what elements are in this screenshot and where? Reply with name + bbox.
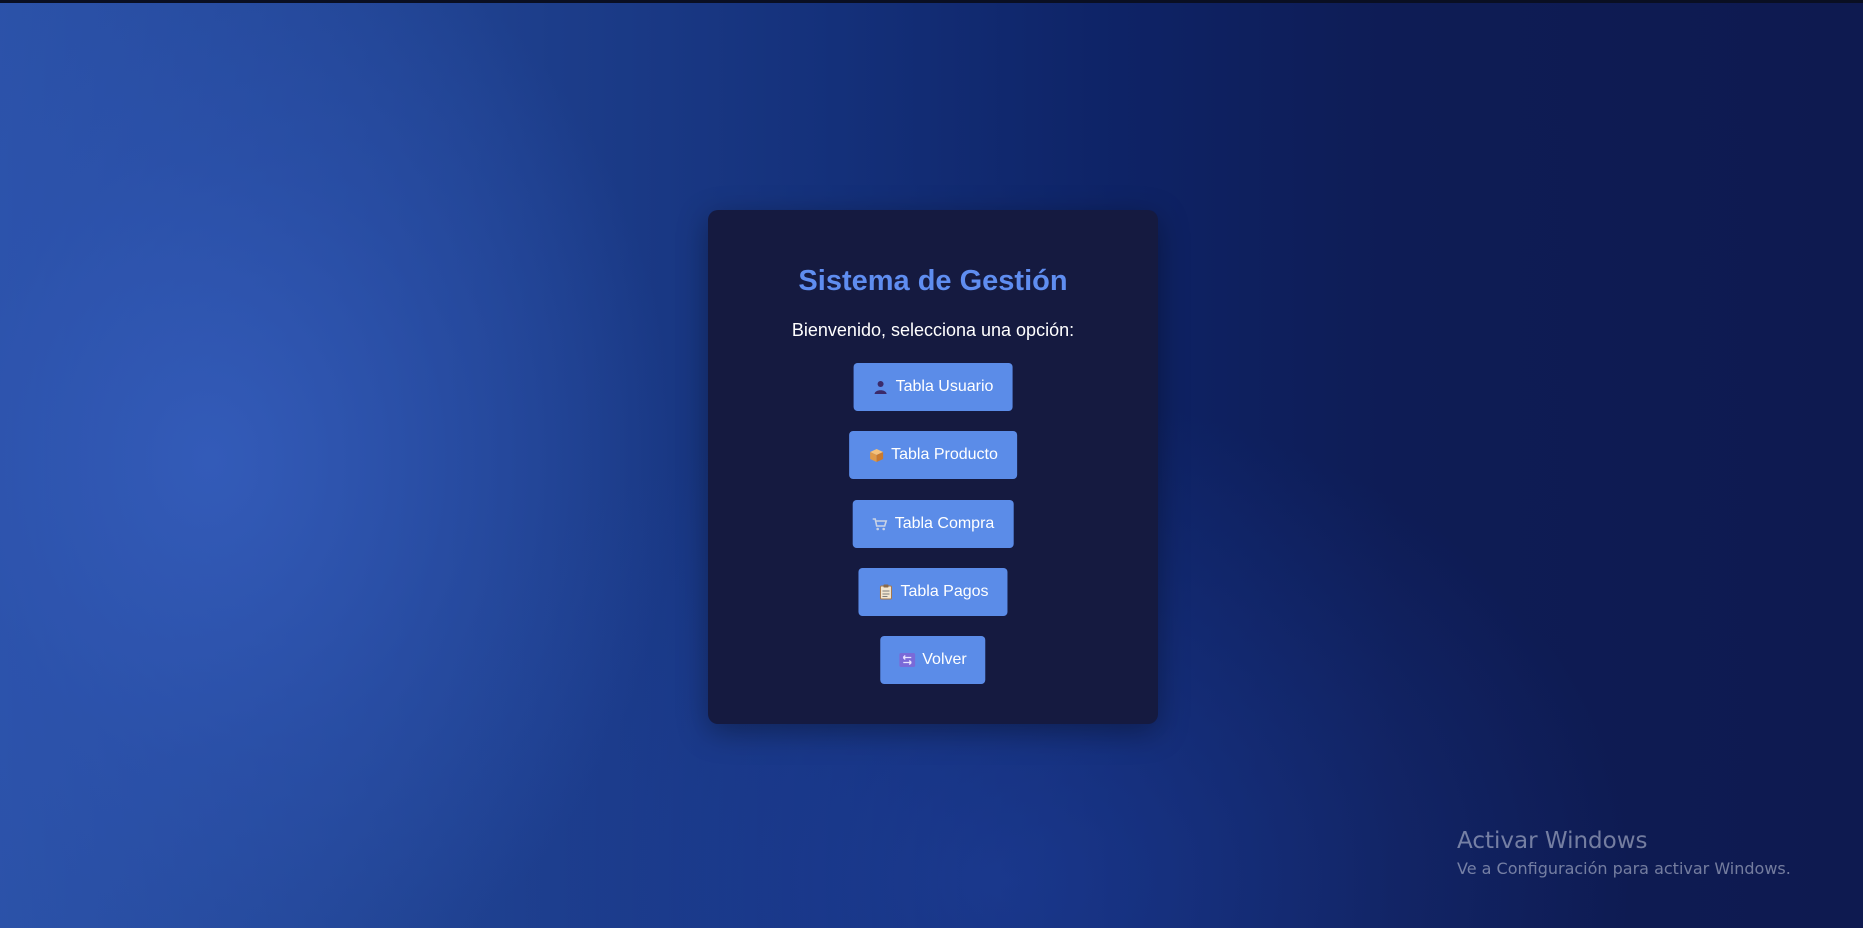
page-subtitle: Bienvenido, selecciona una opción: (791, 320, 1075, 340)
shopping-cart-icon (872, 516, 888, 532)
windows-activation-watermark: Activar Windows Ve a Configuración para … (1457, 826, 1791, 880)
page-title: Sistema de Gestión (798, 265, 1068, 297)
back-arrows-icon (899, 652, 916, 668)
tabla-producto-label: Tabla Producto (891, 446, 998, 463)
watermark-subtitle: Ve a Configuración para activar Windows. (1457, 859, 1791, 878)
volver-label: Volver (922, 651, 967, 668)
user-icon (873, 379, 889, 395)
volver-button[interactable]: Volver (880, 636, 986, 684)
package-icon (868, 447, 884, 463)
tabla-pagos-button[interactable]: Tabla Pagos (858, 568, 1008, 616)
watermark-title: Activar Windows (1457, 828, 1648, 854)
tabla-compra-button[interactable]: Tabla Compra (852, 500, 1014, 548)
clipboard-icon (877, 584, 893, 600)
tabla-producto-button[interactable]: Tabla Producto (849, 431, 1017, 479)
menu-card: Sistema de Gestión Bienvenido, seleccion… (708, 210, 1158, 724)
tabla-compra-label: Tabla Compra (894, 515, 995, 532)
tabla-usuario-label: Tabla Usuario (895, 378, 994, 395)
window-top-border (0, 0, 1863, 3)
tabla-usuario-button[interactable]: Tabla Usuario (853, 363, 1013, 411)
tabla-pagos-label: Tabla Pagos (900, 583, 989, 600)
